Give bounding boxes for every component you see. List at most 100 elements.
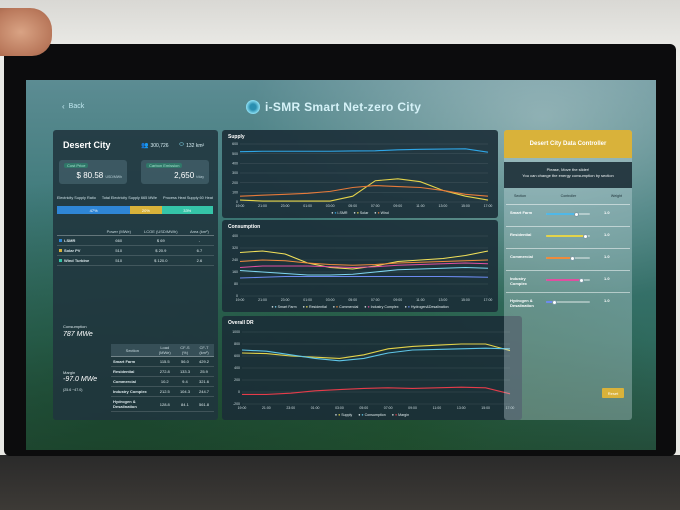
x-tick-label: 01:00	[303, 204, 312, 208]
consumption-chart: Consumption 0 80 160 240 320 400 19:00 21:00 23:…	[222, 220, 498, 312]
back-button[interactable]: ‹ Back	[62, 102, 84, 111]
x-tick-label: 13:00	[439, 204, 448, 208]
slider-handle[interactable]	[578, 277, 584, 283]
section-slider[interactable]	[546, 255, 590, 261]
controller-title: Desert City Data Controller	[504, 130, 632, 158]
color-swatch-icon	[59, 249, 62, 252]
slider-handle[interactable]	[569, 255, 575, 261]
y-tick-label: 0	[238, 390, 240, 394]
y-tick-label: 600	[232, 142, 238, 146]
legend-item: ● Commercial	[333, 305, 358, 309]
sector-cell: 84.1	[175, 396, 195, 412]
x-tick-label: 09:00	[408, 406, 417, 410]
city-summary-panel: Desert City 👥 300,726 ⬭ 132 km² Cost Pri…	[53, 130, 218, 420]
sector-cell: 561.8	[194, 396, 214, 412]
sector-column-header: Load (MWe)	[153, 344, 176, 357]
slider-handle[interactable]	[552, 299, 558, 305]
source-cell: 660	[100, 235, 137, 246]
section-slider[interactable]	[546, 299, 590, 305]
sector-cell: 104.3	[175, 386, 195, 397]
ratio-segment: 20%	[130, 206, 162, 214]
x-tick-label: 13:00	[439, 298, 448, 302]
y-tick-label: 400	[232, 234, 238, 238]
series-line	[239, 148, 489, 153]
y-tick-label: 1000	[232, 330, 240, 334]
source-cell: 510	[100, 245, 137, 256]
slider-fill	[546, 257, 573, 259]
carbon-emission-label: Carbon Emission	[146, 163, 183, 168]
controller-instructions: Please, Move the slider! You can change …	[504, 162, 632, 188]
series-line	[239, 178, 489, 202]
source-cell: 510	[100, 255, 137, 266]
y-tick-label: 320	[232, 246, 238, 250]
x-tick-label: 11:00	[433, 406, 442, 410]
source-row: Wind Turbine 510 $ 120.0 2.6	[57, 255, 214, 266]
ratio-segment: 47%	[57, 206, 131, 214]
color-swatch-icon	[59, 259, 62, 262]
x-tick-label: 17:00	[484, 298, 493, 302]
x-tick-label: 11:00	[416, 298, 425, 302]
legend-item: ● Hydrogen&Desalination	[405, 305, 449, 309]
y-tick-label: 400	[232, 162, 238, 166]
section-slider[interactable]	[546, 277, 590, 283]
y-tick-label: 200	[234, 378, 240, 382]
sector-column-header: CF-S (%)	[175, 344, 195, 357]
cost-price-label: Cost Price	[64, 163, 89, 168]
series-line	[241, 347, 511, 362]
legend-item: ● Consumption	[358, 413, 385, 417]
x-tick-label: 21:00	[258, 298, 267, 302]
y-tick-label: 100	[232, 191, 238, 195]
section-slider[interactable]	[546, 211, 590, 217]
consumption-label: Consumption	[63, 324, 87, 329]
sector-row-name: Industry Complex	[111, 386, 154, 397]
x-tick-label: 13:00	[457, 406, 466, 410]
slider-handle[interactable]	[574, 211, 580, 217]
series-line	[239, 266, 489, 276]
x-tick-label: 19:00	[236, 204, 245, 208]
y-tick-label: 800	[234, 342, 240, 346]
background-floor	[0, 455, 680, 510]
overall-dr-legend: ● Supply ● Consumption ● Margin	[222, 413, 522, 417]
area-value: 132 km²	[186, 142, 205, 149]
x-tick-label: 11:00	[416, 204, 425, 208]
controller-row: Residential 1.0	[506, 226, 630, 246]
slider-handle[interactable]	[583, 233, 589, 239]
legend-item: ● Supply	[335, 413, 352, 417]
source-cell: 2.6	[184, 255, 214, 266]
slider-fill	[546, 213, 577, 215]
x-tick-label: 15:00	[461, 298, 470, 302]
x-tick-label: 03:00	[326, 298, 335, 302]
x-tick-label: 19:00	[238, 406, 247, 410]
controller-row-name: Residential	[510, 232, 532, 237]
legend-item: ● Industry Complex	[364, 305, 398, 309]
sector-cell: 133.3	[175, 366, 195, 377]
legend-item: ● Solar	[354, 211, 369, 215]
carbon-emission-card: Carbon Emission 2,650 t/day	[141, 160, 209, 184]
sector-cell: 128.8	[153, 396, 176, 412]
app-title: i-SMR Smart Net-zero City	[265, 100, 422, 114]
reset-button[interactable]: Reset	[602, 388, 624, 398]
x-tick-label: 23:00	[281, 204, 290, 208]
legend-item: ● Wind	[374, 211, 388, 215]
x-tick-label: 05:00	[359, 406, 368, 410]
x-tick-label: 01:00	[303, 298, 312, 302]
margin-range: (25.6 ~47.0)	[63, 388, 83, 392]
col-section: Section	[514, 194, 526, 198]
legend-item: ● Margin	[392, 413, 409, 417]
supply-ratio-bar: 47% 20% 33%	[57, 206, 213, 214]
col-controller: Controller	[560, 194, 577, 198]
x-tick-label: 01:00	[311, 406, 320, 410]
source-table: Power (MWe) LCOE (USD/MWh) Area (km²) i-SM…	[57, 228, 214, 266]
sector-row: Commercial 10.2 9.4 321.6	[111, 376, 214, 387]
sector-column-header: CF-T (km²)	[194, 344, 214, 357]
source-cell: $ 120.0	[136, 255, 185, 266]
series-line	[239, 259, 489, 266]
legend-item: ● Smart Farm	[271, 305, 296, 309]
x-tick-label: 23:00	[281, 298, 290, 302]
population-value: 300,726	[150, 142, 169, 149]
supply-ratio-header: Electricity Supply Ratio Total Electrici…	[57, 196, 217, 200]
back-label: Back	[68, 103, 85, 110]
section-slider[interactable]	[546, 233, 590, 239]
carbon-emission-value: 2,650 t/day	[174, 171, 204, 180]
cost-price-value: $ 80.58 USD/MWh	[76, 171, 122, 180]
